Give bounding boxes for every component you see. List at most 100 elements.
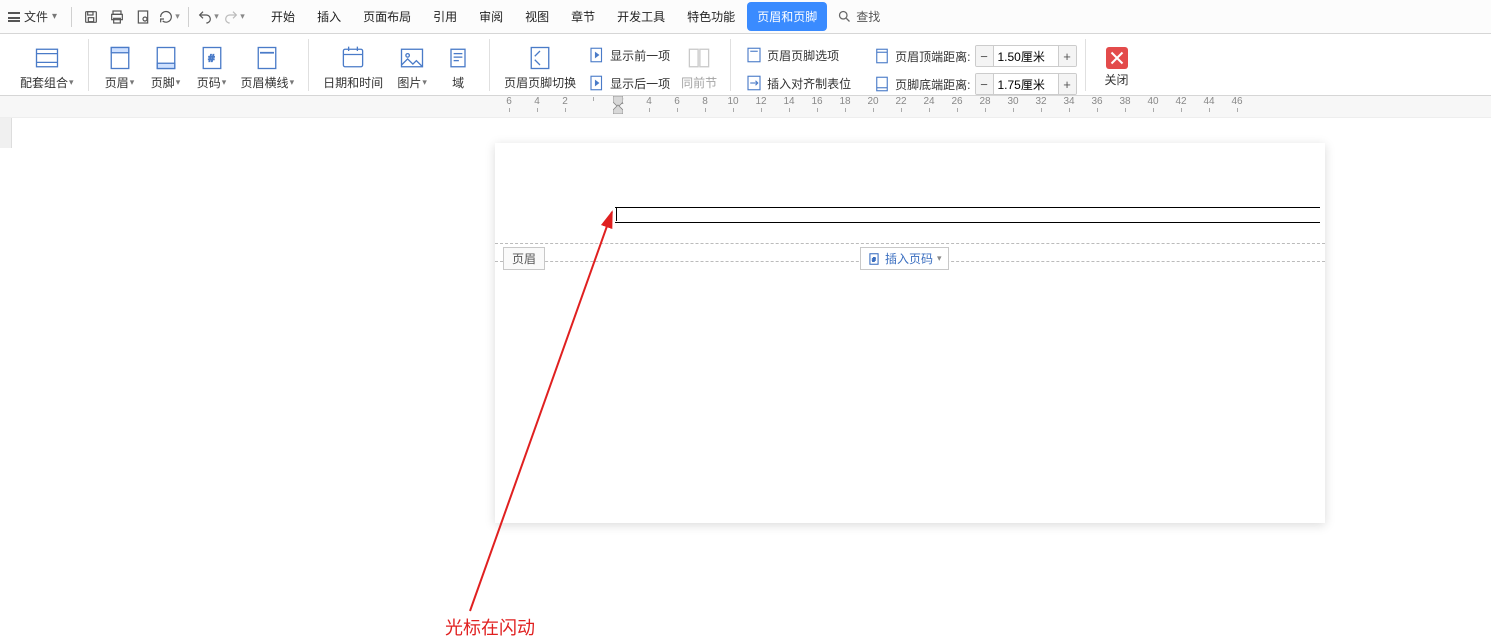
hf-options-label: 页眉页脚选项	[767, 47, 839, 64]
show-next-button[interactable]: 显示后一项	[582, 71, 676, 95]
indent-marker[interactable]	[613, 96, 623, 114]
header-distance-stepper[interactable]: − +	[975, 45, 1077, 67]
minus-button[interactable]: −	[976, 46, 994, 66]
date-time-label: 日期和时间	[323, 74, 383, 91]
ruler-tick: 44	[1195, 96, 1223, 117]
horizontal-ruler[interactable]: 6422468101214161820222426283032343638404…	[0, 96, 1491, 118]
insert-align-tab-button[interactable]: 插入对齐制表位	[739, 71, 857, 95]
insert-align-tab-label: 插入对齐制表位	[767, 75, 851, 92]
options-icon	[745, 46, 763, 64]
header-distance-input[interactable]	[994, 46, 1058, 66]
header-label: 页眉	[105, 74, 129, 91]
header-line-icon	[253, 44, 281, 72]
ruler-tick: 14	[775, 96, 803, 117]
tab-devtools[interactable]: 开发工具	[607, 2, 675, 31]
ruler-tick: 4	[635, 96, 663, 117]
hf-switch-button[interactable]: 页眉页脚切换	[498, 39, 582, 95]
tabs-bar: 开始 插入 页面布局 引用 审阅 视图 章节 开发工具 特色功能 页眉和页脚	[261, 0, 827, 33]
ruler-tick: 2	[551, 96, 579, 117]
search-box[interactable]: 查找	[837, 8, 880, 25]
page-number-icon: #	[198, 44, 226, 72]
show-prev-button[interactable]: 显示前一项	[582, 43, 676, 67]
ruler-tick: 42	[1167, 96, 1195, 117]
annotation-text: 光标在闪动	[445, 614, 535, 640]
calendar-icon	[339, 44, 367, 72]
footer-distance-input[interactable]	[994, 74, 1058, 94]
header-distance-label: 页眉顶端距离:	[895, 48, 970, 65]
chevron-down-icon: ▾	[176, 77, 181, 88]
ruler-tick: 16	[803, 96, 831, 117]
tab-insert[interactable]: 插入	[307, 2, 351, 31]
plus-button[interactable]: +	[1058, 74, 1076, 94]
date-time-button[interactable]: 日期和时间	[317, 39, 389, 95]
tab-start[interactable]: 开始	[261, 2, 305, 31]
header-edit-area[interactable]	[495, 207, 1325, 227]
same-prev-label: 同前节	[681, 74, 717, 91]
next-icon	[588, 74, 606, 92]
theme-combo-button[interactable]: 配套组合▾	[14, 39, 80, 95]
header-line-label: 页眉横线	[241, 74, 289, 91]
chevron-down-icon: ▾	[222, 77, 227, 88]
tab-header-footer[interactable]: 页眉和页脚	[747, 2, 827, 31]
plus-button[interactable]: +	[1058, 46, 1076, 66]
document-page: 页眉 # 插入页码 ▾	[495, 143, 1325, 523]
page-number-icon: #	[867, 252, 881, 266]
ruler-tick: 28	[971, 96, 999, 117]
close-hf-button[interactable]: 关闭	[1094, 39, 1140, 95]
qa-print-button[interactable]	[106, 6, 128, 28]
tab-pagelayout[interactable]: 页面布局	[353, 2, 421, 31]
tab-special[interactable]: 特色功能	[677, 2, 745, 31]
ruler-tick: 34	[1055, 96, 1083, 117]
vertical-ruler[interactable]	[0, 118, 12, 148]
ruler-tick: 36	[1083, 96, 1111, 117]
svg-text:#: #	[872, 257, 876, 263]
field-label: 域	[452, 74, 464, 91]
ruler-tick: 22	[887, 96, 915, 117]
qa-print-preview-button[interactable]	[132, 6, 154, 28]
header-distance-icon	[873, 47, 891, 65]
file-menu[interactable]: 文件 ▾	[0, 0, 65, 33]
picture-icon	[398, 44, 426, 72]
ruler-tick: 6	[495, 96, 523, 117]
picture-label: 图片	[397, 74, 421, 91]
qa-refresh-button[interactable]: ▾	[158, 6, 180, 28]
ruler-tick: 40	[1139, 96, 1167, 117]
footer-icon	[152, 44, 180, 72]
insert-page-number-button[interactable]: # 插入页码 ▾	[860, 247, 949, 270]
qa-redo-button[interactable]: ▾	[223, 6, 245, 28]
ruler-tick: 46	[1223, 96, 1251, 117]
chevron-down-icon: ▾	[937, 253, 942, 264]
theme-combo-label: 配套组合	[20, 74, 68, 91]
tab-view[interactable]: 视图	[515, 2, 559, 31]
minus-button[interactable]: −	[976, 74, 994, 94]
theme-combo-icon	[33, 44, 61, 72]
same-prev-button[interactable]: 同前节	[676, 39, 722, 95]
header-button[interactable]: 页眉▾	[97, 39, 143, 95]
separator	[188, 7, 189, 27]
picture-button[interactable]: 图片▾	[389, 39, 435, 95]
chevron-down-icon: ▾	[422, 77, 427, 88]
field-button[interactable]: 域	[435, 39, 481, 95]
close-icon	[1106, 47, 1128, 69]
hf-options-button[interactable]: 页眉页脚选项	[739, 43, 857, 67]
search-icon	[837, 9, 852, 24]
page-number-button[interactable]: # 页码▾	[189, 39, 235, 95]
header-boundary	[495, 243, 1325, 244]
footer-distance-stepper[interactable]: − +	[975, 73, 1077, 95]
chevron-down-icon: ▾	[69, 77, 74, 88]
tab-reference[interactable]: 引用	[423, 2, 467, 31]
header-icon	[106, 44, 134, 72]
align-tab-icon	[745, 74, 763, 92]
ruler-tick: 26	[943, 96, 971, 117]
header-line	[615, 207, 1320, 208]
tab-chapter[interactable]: 章节	[561, 2, 605, 31]
ruler-tick: 24	[915, 96, 943, 117]
qa-save-button[interactable]	[80, 6, 102, 28]
header-line	[615, 222, 1320, 223]
header-line-button[interactable]: 页眉横线▾	[235, 39, 301, 95]
ruler-tick: 10	[719, 96, 747, 117]
tab-review[interactable]: 审阅	[469, 2, 513, 31]
qa-undo-button[interactable]: ▾	[197, 6, 219, 28]
prev-icon	[588, 46, 606, 64]
footer-button[interactable]: 页脚▾	[143, 39, 189, 95]
